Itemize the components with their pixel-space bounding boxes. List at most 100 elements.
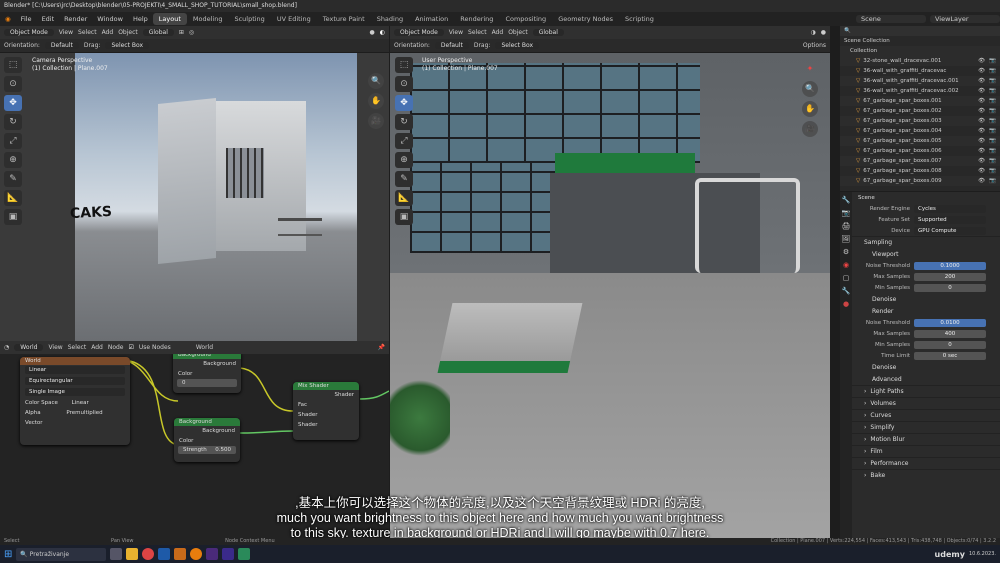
render-camera-icon[interactable]: 📷 (989, 118, 1000, 124)
render-camera-icon[interactable]: 📷 (989, 178, 1000, 184)
zoom-icon[interactable]: 🔍 (368, 73, 384, 89)
feature-set-select[interactable]: Supported (914, 215, 986, 224)
right-drag-select[interactable]: Select Box (495, 42, 540, 49)
tool-tab-icon[interactable]: 🔧 (842, 196, 851, 204)
outliner-item[interactable]: ▽ 67_garbage_spar_boxes.002 👁 📷 (840, 106, 1000, 116)
left-shading-solid-icon[interactable]: ● (370, 29, 375, 36)
right-add-cube-tool-icon[interactable]: ▣ (395, 209, 413, 225)
render-tab-icon[interactable]: 📷 (842, 209, 851, 217)
right-menu-view[interactable]: View (449, 29, 463, 36)
editor-type-icon[interactable]: ◔ (4, 344, 9, 351)
environment-texture-node[interactable]: World Linear Equirectangular Single Imag… (20, 357, 130, 445)
render-camera-icon[interactable]: 📷 (989, 128, 1000, 134)
visibility-eye-icon[interactable]: 👁 (978, 168, 989, 174)
add-cube-tool-icon[interactable]: ▣ (4, 209, 22, 225)
outliner-search-icon[interactable]: 🔍 (844, 28, 851, 34)
outliner-item[interactable]: ▽ 67_garbage_spar_boxes.007 👁 📷 (840, 156, 1000, 166)
right-overlay-icon[interactable]: ◑ (811, 29, 816, 36)
view-layer-tab-icon[interactable]: 🖼 (842, 235, 851, 243)
left-menu-add[interactable]: Add (102, 29, 114, 36)
tab-compositing[interactable]: Compositing (499, 13, 552, 25)
tab-layout[interactable]: Layout (152, 13, 187, 25)
menu-edit[interactable]: Edit (37, 15, 60, 23)
right-zoom-icon[interactable]: 🔍 (802, 81, 818, 97)
visibility-eye-icon[interactable]: 👁 (978, 78, 989, 84)
device-select[interactable]: GPU Compute (914, 226, 986, 235)
measure-tool-icon[interactable]: 📐 (4, 190, 22, 206)
denoise-render-subsection[interactable]: Denoise (852, 361, 1000, 373)
right-transform-tool-icon[interactable]: ⊕ (395, 152, 413, 168)
visibility-eye-icon[interactable]: 👁 (978, 68, 989, 74)
visibility-eye-icon[interactable]: 👁 (978, 58, 989, 64)
right-camera-view-icon[interactable]: 🎥 (802, 121, 818, 137)
vp-min-field[interactable]: 0 (914, 283, 986, 292)
outliner-item[interactable]: ▽ 36-wall_with_graffiti_dracevac.002 👁 📷 (840, 86, 1000, 96)
left-menu-select[interactable]: Select (78, 29, 97, 36)
right-menu-select[interactable]: Select (468, 29, 487, 36)
r-max-field[interactable]: 400 (914, 329, 986, 338)
alpha-value[interactable]: Premultiplied (66, 410, 102, 416)
render-camera-icon[interactable]: 📷 (989, 78, 1000, 84)
premiere-icon[interactable] (206, 548, 219, 560)
visibility-eye-icon[interactable]: 👁 (978, 98, 989, 104)
material-tab-icon[interactable]: ● (843, 300, 849, 308)
right-select-box-tool-icon[interactable]: ⬚ (395, 57, 413, 73)
tab-texture-paint[interactable]: Texture Paint (317, 13, 371, 25)
render-engine-select[interactable]: Cycles (914, 204, 986, 213)
tab-animation[interactable]: Animation (409, 13, 454, 25)
render-camera-icon[interactable]: 📷 (989, 98, 1000, 104)
properties-panel[interactable]: 🔧 📷 🖨 🖼 ⚙ ◉ ▢ 🔧 ● Scene Render Engine Cyc… (840, 192, 1000, 538)
property-section[interactable]: › Light Paths (852, 385, 1000, 397)
render-camera-icon[interactable]: 📷 (989, 68, 1000, 74)
tab-scripting[interactable]: Scripting (619, 13, 660, 25)
r-noise-field[interactable]: 0.0100 (914, 318, 986, 327)
right-mode-select[interactable]: Object Mode (394, 29, 444, 36)
outliner-item[interactable]: ▽ 67_garbage_spar_boxes.009 👁 📷 (840, 176, 1000, 186)
outliner-item[interactable]: ▽ 36-wall_with_graffiti_dracevac 👁 📷 (840, 66, 1000, 76)
right-move-tool-icon[interactable]: ✥ (395, 95, 413, 111)
tab-uv-editing[interactable]: UV Editing (271, 13, 317, 25)
property-section[interactable]: › Curves (852, 409, 1000, 421)
menu-render[interactable]: Render (59, 15, 92, 23)
left-mode-select[interactable]: Object Mode (4, 29, 54, 36)
illustrator-icon[interactable] (174, 548, 187, 560)
outliner-item[interactable]: ▽ 67_garbage_spar_boxes.001 👁 📷 (840, 96, 1000, 106)
modifier-tab-icon[interactable]: 🔧 (842, 287, 851, 295)
render-camera-icon[interactable]: 📷 (989, 108, 1000, 114)
denoise-viewport-subsection[interactable]: Denoise (852, 293, 1000, 305)
vp-max-field[interactable]: 200 (914, 272, 986, 281)
photoshop-icon[interactable] (158, 548, 171, 560)
world-selector[interactable]: World (196, 344, 213, 351)
property-section[interactable]: › Bake (852, 469, 1000, 481)
annotate-tool-icon[interactable]: ✎ (4, 171, 22, 187)
rotate-tool-icon[interactable]: ↻ (4, 114, 22, 130)
right-orientation-select[interactable]: Default (434, 42, 469, 49)
outliner-panel[interactable]: 🔍 Scene Collection Collection ▽ 32-stone_… (840, 26, 1000, 191)
left-3d-viewport[interactable]: CAKS ⬚ ⊙ ✥ ↻ ⤢ ⊕ ✎ 📐 ▣ Camera Perspectiv… (0, 53, 389, 341)
collection-row[interactable]: Collection (840, 46, 1000, 56)
scene-selector[interactable]: Scene (856, 15, 926, 23)
right-pan-hand-icon[interactable]: ✋ (802, 101, 818, 117)
visibility-eye-icon[interactable]: 👁 (978, 108, 989, 114)
projection-select[interactable]: Equirectangular (25, 377, 125, 385)
right-3d-viewport[interactable]: ⬚ ⊙ ✥ ↻ ⤢ ⊕ ✎ 📐 ▣ User Perspective (1) C… (390, 53, 830, 538)
outliner-item[interactable]: ▽ 32-stone_wall_dracevac.001 👁 📷 (840, 56, 1000, 66)
tab-modeling[interactable]: Modeling (187, 13, 229, 25)
render-camera-icon[interactable]: 📷 (989, 88, 1000, 94)
blender-logo-icon[interactable]: ◉ (0, 15, 16, 23)
right-measure-tool-icon[interactable]: 📐 (395, 190, 413, 206)
shader-type-select[interactable]: World (14, 344, 44, 351)
r-min-field[interactable]: 0 (914, 340, 986, 349)
after-effects-icon[interactable] (222, 548, 235, 560)
mix-shader-node[interactable]: Mix Shader Shader Fac Shader Shader (293, 382, 359, 440)
outliner-item[interactable]: ▽ 67_garbage_spar_boxes.004 👁 📷 (840, 126, 1000, 136)
property-section[interactable]: › Film (852, 445, 1000, 457)
tab-shading[interactable]: Shading (371, 13, 409, 25)
visibility-eye-icon[interactable]: 👁 (978, 128, 989, 134)
background-node-2-strength-field[interactable]: Strength 0.500 (178, 446, 236, 454)
outliner-item[interactable]: ▽ 67_garbage_spar_boxes.005 👁 📷 (840, 136, 1000, 146)
camera-view-icon[interactable]: 🎥 (368, 113, 384, 129)
render-camera-icon[interactable]: 📷 (989, 168, 1000, 174)
select-box-tool-icon[interactable]: ⬚ (4, 57, 22, 73)
render-camera-icon[interactable]: 📷 (989, 148, 1000, 154)
